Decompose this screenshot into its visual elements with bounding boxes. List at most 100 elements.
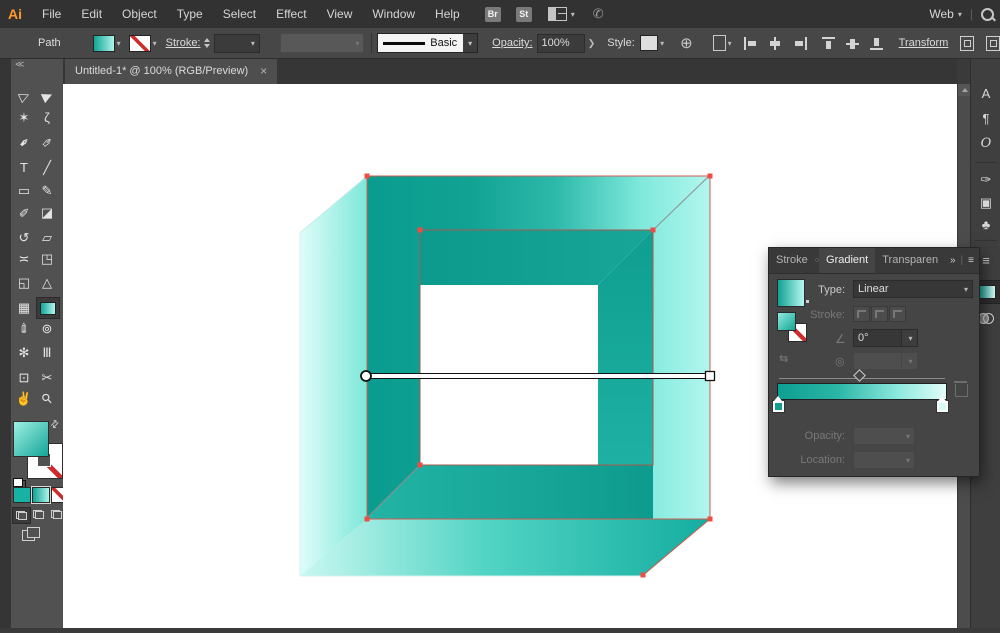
curvature-tool[interactable]: ✑ xyxy=(36,132,58,152)
arrange-documents-icon[interactable] xyxy=(547,7,567,21)
anchor-point[interactable] xyxy=(640,572,646,578)
shape-builder-tool[interactable]: ◱ xyxy=(13,272,35,292)
isolate-selection-icon[interactable] xyxy=(986,35,1000,51)
free-transform-tool[interactable]: ◳ xyxy=(36,248,58,268)
gradient-annotator-end[interactable] xyxy=(704,370,716,382)
chevron-down-icon[interactable]: ▾ xyxy=(153,39,157,48)
anchor-point[interactable] xyxy=(707,516,713,522)
draw-behind-button[interactable] xyxy=(30,507,47,522)
search-icon[interactable] xyxy=(981,7,994,21)
anchor-point[interactable] xyxy=(707,173,713,179)
align-bottom-icon[interactable] xyxy=(869,37,885,50)
line-segment-tool[interactable]: ╱ xyxy=(36,157,58,177)
mesh-tool[interactable]: ▦ xyxy=(13,297,35,317)
style-swatch[interactable] xyxy=(639,35,659,51)
document-setup-icon[interactable] xyxy=(712,35,726,51)
screen-mode-button[interactable] xyxy=(22,527,40,541)
eraser-tool[interactable]: ◪ xyxy=(36,202,58,222)
magic-wand-tool[interactable]: ✶ xyxy=(13,107,35,127)
align-left-icon[interactable] xyxy=(743,36,759,50)
symbols-panel-icon[interactable]: ♣ xyxy=(973,213,999,235)
chevron-down-icon[interactable]: ▾ xyxy=(958,10,962,19)
align-right-icon[interactable] xyxy=(792,36,807,50)
document-tab[interactable]: Untitled-1* @ 100% (RGB/Preview) × xyxy=(65,58,278,84)
reverse-gradient-icon[interactable]: ⇆ xyxy=(779,352,788,365)
gradient-tool[interactable] xyxy=(36,297,60,319)
collapse-panel-icon[interactable]: ≪ xyxy=(15,59,24,70)
tab-stroke[interactable]: Stroke xyxy=(769,248,815,273)
width-tool[interactable]: ≍ xyxy=(13,248,35,268)
align-top-icon[interactable] xyxy=(821,36,837,50)
paragraph-panel-icon[interactable]: ¶ xyxy=(973,107,999,129)
appearance-panel-icon[interactable]: ✑ xyxy=(973,169,999,191)
gradient-annotator-bar[interactable] xyxy=(365,373,711,379)
color-button[interactable] xyxy=(13,487,31,503)
transform-label[interactable]: Transform xyxy=(899,37,949,49)
panel-collapse-icon[interactable]: » xyxy=(950,255,956,266)
draw-normal-button[interactable] xyxy=(12,507,31,524)
gradient-slider-bar[interactable] xyxy=(777,383,947,400)
pen-tool[interactable]: ✒ xyxy=(13,132,35,152)
close-icon[interactable]: × xyxy=(260,64,267,78)
document-setup-globe-icon[interactable]: ⊕ xyxy=(680,34,693,52)
stroke-color-swatch[interactable] xyxy=(128,34,151,52)
chevron-down-icon[interactable]: ▾ xyxy=(463,34,478,52)
selection-tool[interactable]: ▶ xyxy=(36,85,58,105)
stroke-weight-stepper[interactable] xyxy=(203,38,210,48)
bounding-box-icon[interactable] xyxy=(960,35,975,51)
menu-view[interactable]: View xyxy=(317,7,363,21)
graphic-styles-panel-icon[interactable]: ▣ xyxy=(973,192,999,214)
stroke-style-dropdown[interactable]: Basic ▾ xyxy=(377,33,479,53)
menu-object[interactable]: Object xyxy=(112,7,167,21)
blend-tool[interactable]: ⊚ xyxy=(36,318,58,338)
anchor-point[interactable] xyxy=(650,227,656,233)
touch-workspace-icon[interactable]: ✆ xyxy=(593,6,604,22)
type-tool[interactable]: T xyxy=(13,157,35,177)
gradient-button[interactable] xyxy=(31,486,51,504)
workspace-switcher[interactable]: Web xyxy=(929,7,953,21)
chevron-down-icon[interactable]: ▾ xyxy=(660,39,664,48)
bridge-button[interactable]: Br xyxy=(484,6,501,22)
anchor-point[interactable] xyxy=(364,516,370,522)
opacity-input[interactable]: 100% xyxy=(536,33,585,53)
fill-color-swatch[interactable] xyxy=(92,34,115,52)
direct-selection-tool[interactable]: ▷ xyxy=(13,85,35,105)
paintbrush-tool[interactable]: ✎ xyxy=(36,180,58,200)
stock-button[interactable]: St xyxy=(515,6,532,22)
anchor-point[interactable] xyxy=(417,227,423,233)
rotate-tool[interactable]: ↺ xyxy=(13,227,35,247)
slice-tool[interactable]: ✂ xyxy=(36,367,58,387)
gradient-thumbnail-caret[interactable] xyxy=(806,300,809,303)
menu-help[interactable]: Help xyxy=(425,7,470,21)
align-middle-icon[interactable] xyxy=(845,37,861,50)
outer-left-face[interactable] xyxy=(300,176,367,576)
rectangle-tool[interactable]: ▭ xyxy=(13,180,35,200)
chevron-down-icon[interactable]: ▾ xyxy=(571,10,575,19)
tab-transparency[interactable]: Transparen xyxy=(875,248,945,273)
stroke-weight-dropdown[interactable]: ▾ xyxy=(213,33,260,53)
angle-dropdown-button[interactable]: ▾ xyxy=(901,329,918,347)
menu-type[interactable]: Type xyxy=(167,7,213,21)
anchor-point[interactable] xyxy=(417,462,423,468)
hand-tool[interactable]: ✌ xyxy=(13,388,35,408)
menu-file[interactable]: File xyxy=(32,7,71,21)
panel-fill-proxy[interactable] xyxy=(777,312,796,331)
chevron-down-icon[interactable]: ▾ xyxy=(728,39,732,48)
menu-window[interactable]: Window xyxy=(362,7,425,21)
gradient-stop-right[interactable] xyxy=(936,396,949,413)
perspective-grid-tool[interactable]: △ xyxy=(36,272,58,292)
shaper-tool[interactable]: ✏ xyxy=(13,202,35,222)
column-graph-tool[interactable]: Ⅲ xyxy=(36,342,58,362)
lasso-tool[interactable]: ζ xyxy=(36,107,58,127)
chevron-down-icon[interactable]: ▾ xyxy=(117,39,121,48)
anchor-point[interactable] xyxy=(364,173,370,179)
swap-fill-stroke-icon[interactable]: ⇄ xyxy=(48,418,62,432)
panel-menu-icon[interactable]: ≡ xyxy=(968,255,974,266)
gradient-stop-left[interactable] xyxy=(772,396,785,413)
fill-proxy-swatch[interactable] xyxy=(13,421,49,457)
opacity-arrow-icon[interactable]: ❯ xyxy=(588,38,596,49)
tab-gradient[interactable]: Gradient xyxy=(819,248,876,273)
gradient-type-dropdown[interactable]: Linear ▾ xyxy=(853,280,973,298)
align-center-icon[interactable] xyxy=(768,36,783,50)
gradient-annotator-origin[interactable] xyxy=(360,370,372,382)
